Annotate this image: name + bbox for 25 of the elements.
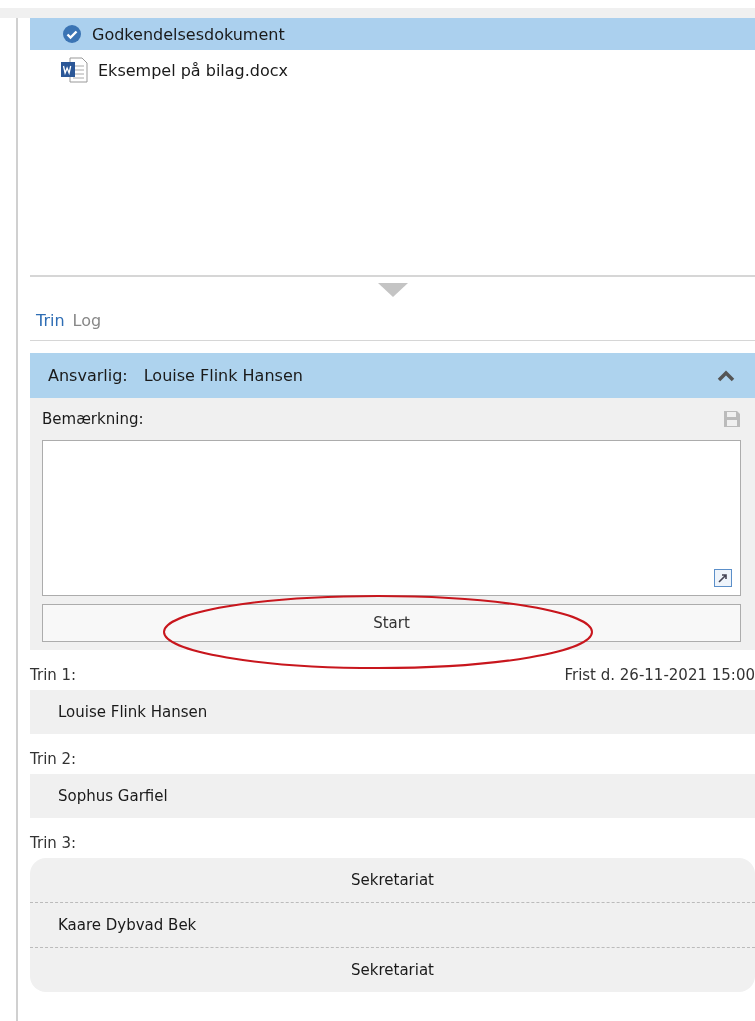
- responsible-header[interactable]: Ansvarlig: Louise Flink Hansen: [30, 353, 755, 398]
- chevron-up-icon[interactable]: [717, 369, 735, 382]
- step-label: Trin 3:: [30, 834, 77, 852]
- responsible-label: Ansvarlig:: [48, 366, 128, 385]
- responsible-name: Louise Flink Hansen: [143, 366, 303, 385]
- person-name: Louise Flink Hansen: [58, 703, 208, 721]
- checkmark-icon: [62, 24, 82, 44]
- person-name: Sophus Garfiel: [58, 787, 168, 805]
- tab[interactable]: Trin: [36, 311, 65, 330]
- group-name: Sekretariat: [351, 871, 434, 889]
- group-name: Sekretariat: [351, 961, 434, 979]
- document-item[interactable]: Eksempel på bilag.docx: [30, 54, 755, 86]
- expand-icon[interactable]: [714, 569, 732, 587]
- deadline-text: Frist d. 26-11-2021 15:00: [564, 666, 755, 684]
- remark-field[interactable]: [42, 440, 741, 596]
- remark-label: Bemærkning:: [42, 410, 144, 428]
- document-item[interactable]: Godkendelsesdokument: [30, 18, 755, 50]
- save-icon[interactable]: [723, 410, 741, 428]
- start-button[interactable]: Start: [42, 604, 741, 642]
- step-label: Trin 2:: [30, 750, 77, 768]
- person-name: Kaare Dybvad Bek: [58, 916, 197, 934]
- step-label: Trin 1:: [30, 666, 77, 684]
- tab[interactable]: Log: [72, 311, 102, 330]
- triangle-down-icon[interactable]: [377, 283, 408, 297]
- word-document-icon: [60, 57, 88, 83]
